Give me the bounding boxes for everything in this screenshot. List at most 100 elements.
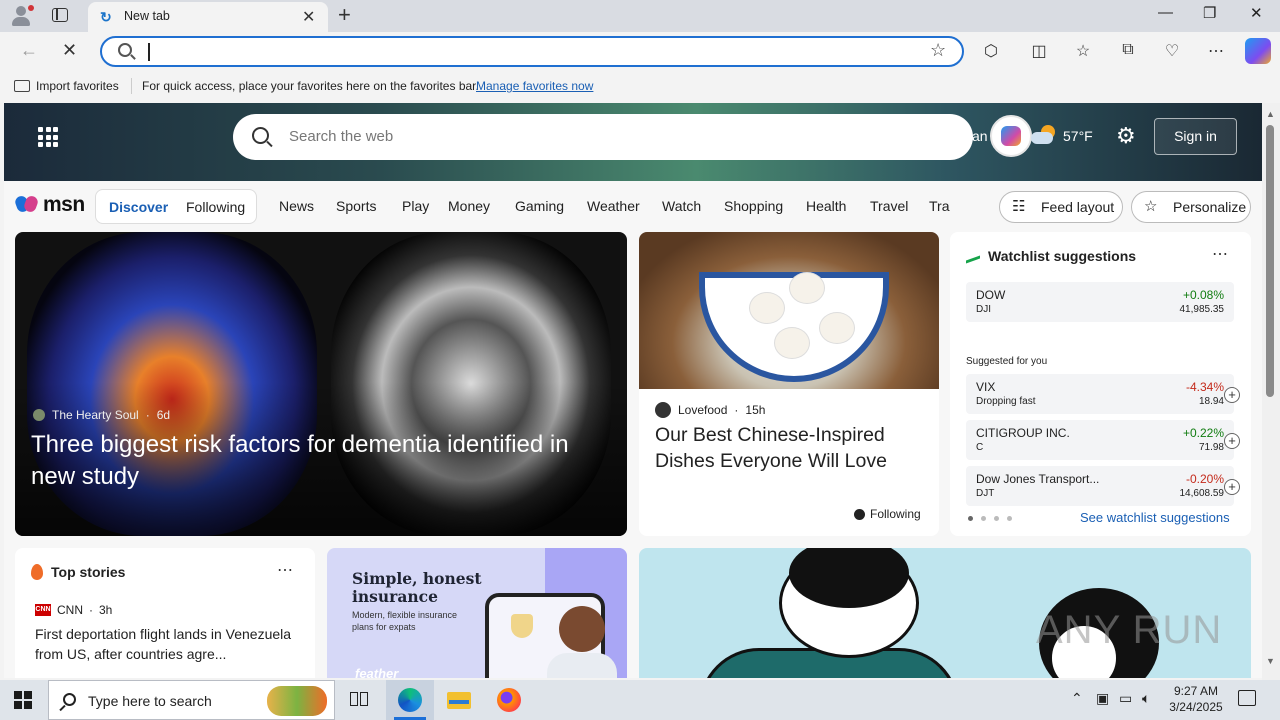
copilot-button[interactable] xyxy=(990,115,1032,157)
new-tab-button[interactable]: + xyxy=(338,2,351,28)
edge-icon xyxy=(398,688,422,712)
butterfly-icon xyxy=(13,194,40,216)
category-weather[interactable]: Weather xyxy=(587,198,640,214)
more-options-icon[interactable]: ⋯ xyxy=(1212,244,1228,264)
add-to-watchlist-icon[interactable]: + xyxy=(1224,387,1240,403)
tab-discover[interactable]: Discover xyxy=(109,199,168,215)
more-icon[interactable]: ⋯ xyxy=(1205,41,1227,61)
story-headline[interactable]: First deportation flight lands in Venezu… xyxy=(35,624,303,664)
tab-following[interactable]: Following xyxy=(186,199,245,215)
edge-taskbar-button[interactable] xyxy=(386,680,434,720)
star-pen-icon: ☆ xyxy=(1144,198,1158,215)
ad-brand: feather xyxy=(355,666,399,678)
browser-window: ↻ New tab ✕ + — ❐ ✕ ← ✕ ☆ ⬡ ◫ ☆ ⧉ ♡ ⋯ Im… xyxy=(0,0,1280,680)
msn-logo-text: msn xyxy=(43,193,85,216)
stop-icon[interactable]: ✕ xyxy=(62,40,77,61)
scroll-thumb[interactable] xyxy=(1266,125,1274,397)
favorites-icon[interactable]: ☆ xyxy=(1072,41,1094,61)
device-icon[interactable]: ▣ xyxy=(1096,690,1109,707)
performance-icon[interactable]: ♡ xyxy=(1161,41,1183,61)
minimize-icon[interactable]: — xyxy=(1158,4,1173,21)
file-explorer-icon[interactable] xyxy=(447,688,471,712)
web-search-box[interactable]: Search the web xyxy=(233,114,973,160)
feed-layout-button[interactable]: ☷ Feed layout xyxy=(999,191,1123,223)
notification-icon[interactable] xyxy=(1238,690,1256,706)
collections-icon[interactable]: ⧉ xyxy=(1117,41,1139,59)
show-hidden-icons-icon[interactable]: ⌃ xyxy=(1071,690,1083,707)
extensions-icon[interactable]: ⬡ xyxy=(980,41,1002,61)
add-to-watchlist-icon[interactable]: + xyxy=(1224,433,1240,449)
stock-row-dow[interactable]: DOW DJI +0.08% 41,985.35 xyxy=(966,282,1234,322)
category-play[interactable]: Play xyxy=(402,198,429,214)
see-watchlist-link[interactable]: See watchlist suggestions xyxy=(1080,510,1230,525)
address-bar[interactable]: ☆ xyxy=(100,36,964,67)
category-shopping[interactable]: Shopping xyxy=(724,198,783,214)
stock-row-vix[interactable]: VIX Dropping fast -4.34% 18.94 + xyxy=(966,374,1240,414)
profile-icon[interactable] xyxy=(8,4,34,28)
category-watch[interactable]: Watch xyxy=(662,198,701,214)
network-icon[interactable]: ▭ xyxy=(1119,690,1132,707)
back-icon[interactable]: ← xyxy=(20,40,38,61)
food-story-card[interactable]: Lovefood · 15h Our Best Chinese-Inspired… xyxy=(639,232,939,536)
vertical-scrollbar[interactable]: ▲ ▼ xyxy=(1262,103,1280,680)
feed-segment: Discover Following xyxy=(95,189,257,224)
chart-trend-icon xyxy=(966,248,980,264)
carousel-dots[interactable] xyxy=(968,516,1012,521)
sign-in-button[interactable]: Sign in xyxy=(1154,118,1237,155)
soup-image xyxy=(639,232,939,389)
system-clock[interactable]: 9:27 AM 3/24/2025 xyxy=(1160,683,1232,715)
stock-row-djt[interactable]: Dow Jones Transport... DJT -0.20% 14,608… xyxy=(966,466,1240,506)
windows-start-icon[interactable] xyxy=(14,691,32,709)
suggested-label: Suggested for you xyxy=(966,356,1048,367)
text-cursor xyxy=(148,43,150,61)
copilot-icon[interactable] xyxy=(1245,38,1271,64)
following-badge[interactable]: Following xyxy=(854,507,921,521)
settings-gear-icon[interactable]: ⚙ xyxy=(1116,123,1136,149)
add-to-watchlist-icon[interactable]: + xyxy=(1224,479,1240,495)
category-money[interactable]: Money xyxy=(448,198,490,214)
favorite-star-icon[interactable]: ☆ xyxy=(930,40,946,61)
weather-icon[interactable] xyxy=(1031,125,1057,145)
check-icon xyxy=(854,508,865,520)
volume-icon[interactable]: 🔈︎ xyxy=(1142,690,1150,707)
hero-story-card[interactable]: The Hearty Soul · 6d Three biggest risk … xyxy=(15,232,627,536)
tab-actions-icon[interactable] xyxy=(52,8,68,22)
favorites-bar: Import favorites For quick access, place… xyxy=(0,70,1280,102)
divider xyxy=(131,78,132,94)
story-headline[interactable]: Our Best Chinese-Inspired Dishes Everyon… xyxy=(655,422,925,474)
split-screen-icon[interactable]: ◫ xyxy=(1028,41,1050,61)
personalize-label: Personalize xyxy=(1173,199,1247,215)
app-launcher-icon[interactable] xyxy=(38,127,58,147)
scroll-down-icon[interactable]: ▼ xyxy=(1266,656,1275,666)
favorites-message: For quick access, place your favorites h… xyxy=(142,79,479,93)
close-tab-icon[interactable]: ✕ xyxy=(302,7,315,27)
tab-title: New tab xyxy=(124,9,170,23)
firefox-icon[interactable] xyxy=(497,688,521,712)
stock-row-citigroup[interactable]: CITIGROUP INC. C +0.22% 71.98 + xyxy=(966,420,1240,460)
more-options-icon[interactable]: ⋯ xyxy=(277,560,293,580)
publisher-icon xyxy=(655,402,671,418)
close-window-icon[interactable]: ✕ xyxy=(1250,4,1263,22)
tab-new-tab[interactable]: ↻ New tab ✕ xyxy=(88,2,328,32)
msn-logo[interactable]: msn xyxy=(13,193,85,217)
scroll-up-icon[interactable]: ▲ xyxy=(1266,109,1275,119)
task-view-icon[interactable] xyxy=(348,688,372,712)
manage-favorites-link[interactable]: Manage favorites now xyxy=(476,79,593,93)
taskbar-search[interactable]: Type here to search xyxy=(48,680,335,720)
insurance-ad-card[interactable]: Simple, honest insurance Modern, flexibl… xyxy=(327,548,627,678)
restore-icon[interactable]: ❐ xyxy=(1203,4,1216,22)
category-news[interactable]: News xyxy=(279,198,314,214)
category-gaming[interactable]: Gaming xyxy=(515,198,564,214)
story-headline[interactable]: Three biggest risk factors for dementia … xyxy=(31,429,611,493)
category-health[interactable]: Health xyxy=(806,198,846,214)
weather-temperature[interactable]: 57°F xyxy=(1063,128,1093,144)
personalize-button[interactable]: ☆ Personalize xyxy=(1131,191,1251,223)
category-truncated[interactable]: Tra xyxy=(929,198,949,214)
header-text-fragment: an xyxy=(972,128,988,144)
category-sports[interactable]: Sports xyxy=(336,198,376,214)
import-favorites-button[interactable]: Import favorites xyxy=(14,79,119,93)
feed-layout-label: Feed layout xyxy=(1041,199,1115,215)
category-travel[interactable]: Travel xyxy=(870,198,908,214)
sliders-icon: ☷ xyxy=(1012,198,1026,215)
import-icon xyxy=(14,80,30,92)
